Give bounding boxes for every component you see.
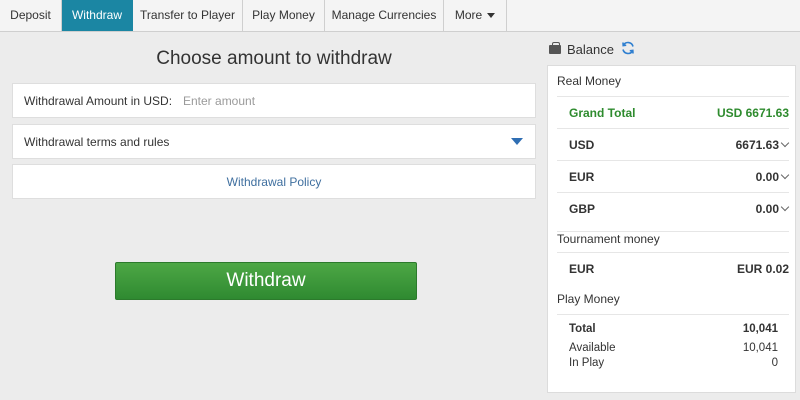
tab-manage-currencies[interactable]: Manage Currencies xyxy=(325,0,444,31)
withdrawal-amount-input[interactable] xyxy=(183,93,483,108)
eur-currency: EUR xyxy=(569,169,595,184)
balance-panel: Real Money Grand Total USD 6671.63 USD 6… xyxy=(547,65,796,393)
balance-header: Balance xyxy=(549,40,636,59)
tournament-money-title-wrap: Tournament money xyxy=(557,231,789,246)
tournament-amount: EUR 0.02 xyxy=(736,261,789,276)
play-available-value: 10,041 xyxy=(742,342,778,354)
refresh-icon[interactable] xyxy=(620,40,636,59)
grand-total-label: Grand Total xyxy=(569,105,636,120)
tournament-money-title: Tournament money xyxy=(557,232,660,246)
tab-deposit[interactable]: Deposit xyxy=(0,0,62,31)
withdrawal-amount-row: Withdrawal Amount in USD: xyxy=(12,83,536,118)
gbp-balance-row[interactable]: GBP 0.00 xyxy=(557,192,790,224)
withdrawal-policy-row: Withdrawal Policy xyxy=(12,164,536,199)
chevron-down-icon xyxy=(780,202,790,211)
grand-total-value: USD 6671.63 xyxy=(716,105,789,120)
play-money-total-row: Total 10,041 xyxy=(569,323,778,335)
top-tab-bar: Deposit Withdraw Transfer to Player Play… xyxy=(0,0,800,32)
play-in-play-label: In Play xyxy=(569,357,605,369)
play-in-play-value: 0 xyxy=(771,357,778,369)
withdrawal-policy-link[interactable]: Withdrawal Policy xyxy=(227,175,322,189)
tab-more-label: More xyxy=(454,8,483,22)
tab-more[interactable]: More xyxy=(444,0,507,31)
tournament-eur-row: EUR EUR 0.02 xyxy=(557,252,789,284)
play-total-label: Total xyxy=(569,323,596,335)
chevron-down-icon xyxy=(511,138,523,145)
play-money-title: Play Money xyxy=(557,292,620,306)
eur-balance-row[interactable]: EUR 0.00 xyxy=(557,160,790,192)
usd-amount: 6671.63 xyxy=(735,137,779,152)
wallet-icon xyxy=(549,42,561,54)
gbp-amount: 0.00 xyxy=(755,201,779,216)
withdrawal-amount-label: Withdrawal Amount in USD: xyxy=(24,93,173,108)
divider xyxy=(557,314,789,315)
tab-withdraw[interactable]: Withdraw xyxy=(62,0,133,31)
tournament-currency: EUR xyxy=(569,261,595,276)
caret-down-icon xyxy=(487,13,496,19)
page-title: Choose amount to withdraw xyxy=(156,48,392,69)
withdrawal-terms-label: Withdrawal terms and rules xyxy=(24,134,170,149)
withdraw-button[interactable]: Withdraw xyxy=(115,262,417,300)
tab-play-money[interactable]: Play Money xyxy=(243,0,325,31)
real-money-title: Real Money xyxy=(557,74,622,88)
play-money-available-row: Available 10,041 xyxy=(569,342,778,354)
play-total-value: 10,041 xyxy=(742,323,778,335)
play-available-label: Available xyxy=(569,342,616,354)
tab-transfer-to-player[interactable]: Transfer to Player xyxy=(133,0,243,31)
balance-title: Balance xyxy=(567,42,614,57)
gbp-currency: GBP xyxy=(569,201,596,216)
eur-amount: 0.00 xyxy=(755,169,779,184)
usd-balance-row[interactable]: USD 6671.63 xyxy=(557,128,790,160)
withdrawal-terms-toggle[interactable]: Withdrawal terms and rules xyxy=(12,124,536,159)
chevron-down-icon xyxy=(780,138,790,147)
play-money-in-play-row: In Play 0 xyxy=(569,357,778,369)
grand-total-row: Grand Total USD 6671.63 xyxy=(557,96,789,128)
usd-currency: USD xyxy=(569,137,595,152)
chevron-down-icon xyxy=(780,170,790,179)
